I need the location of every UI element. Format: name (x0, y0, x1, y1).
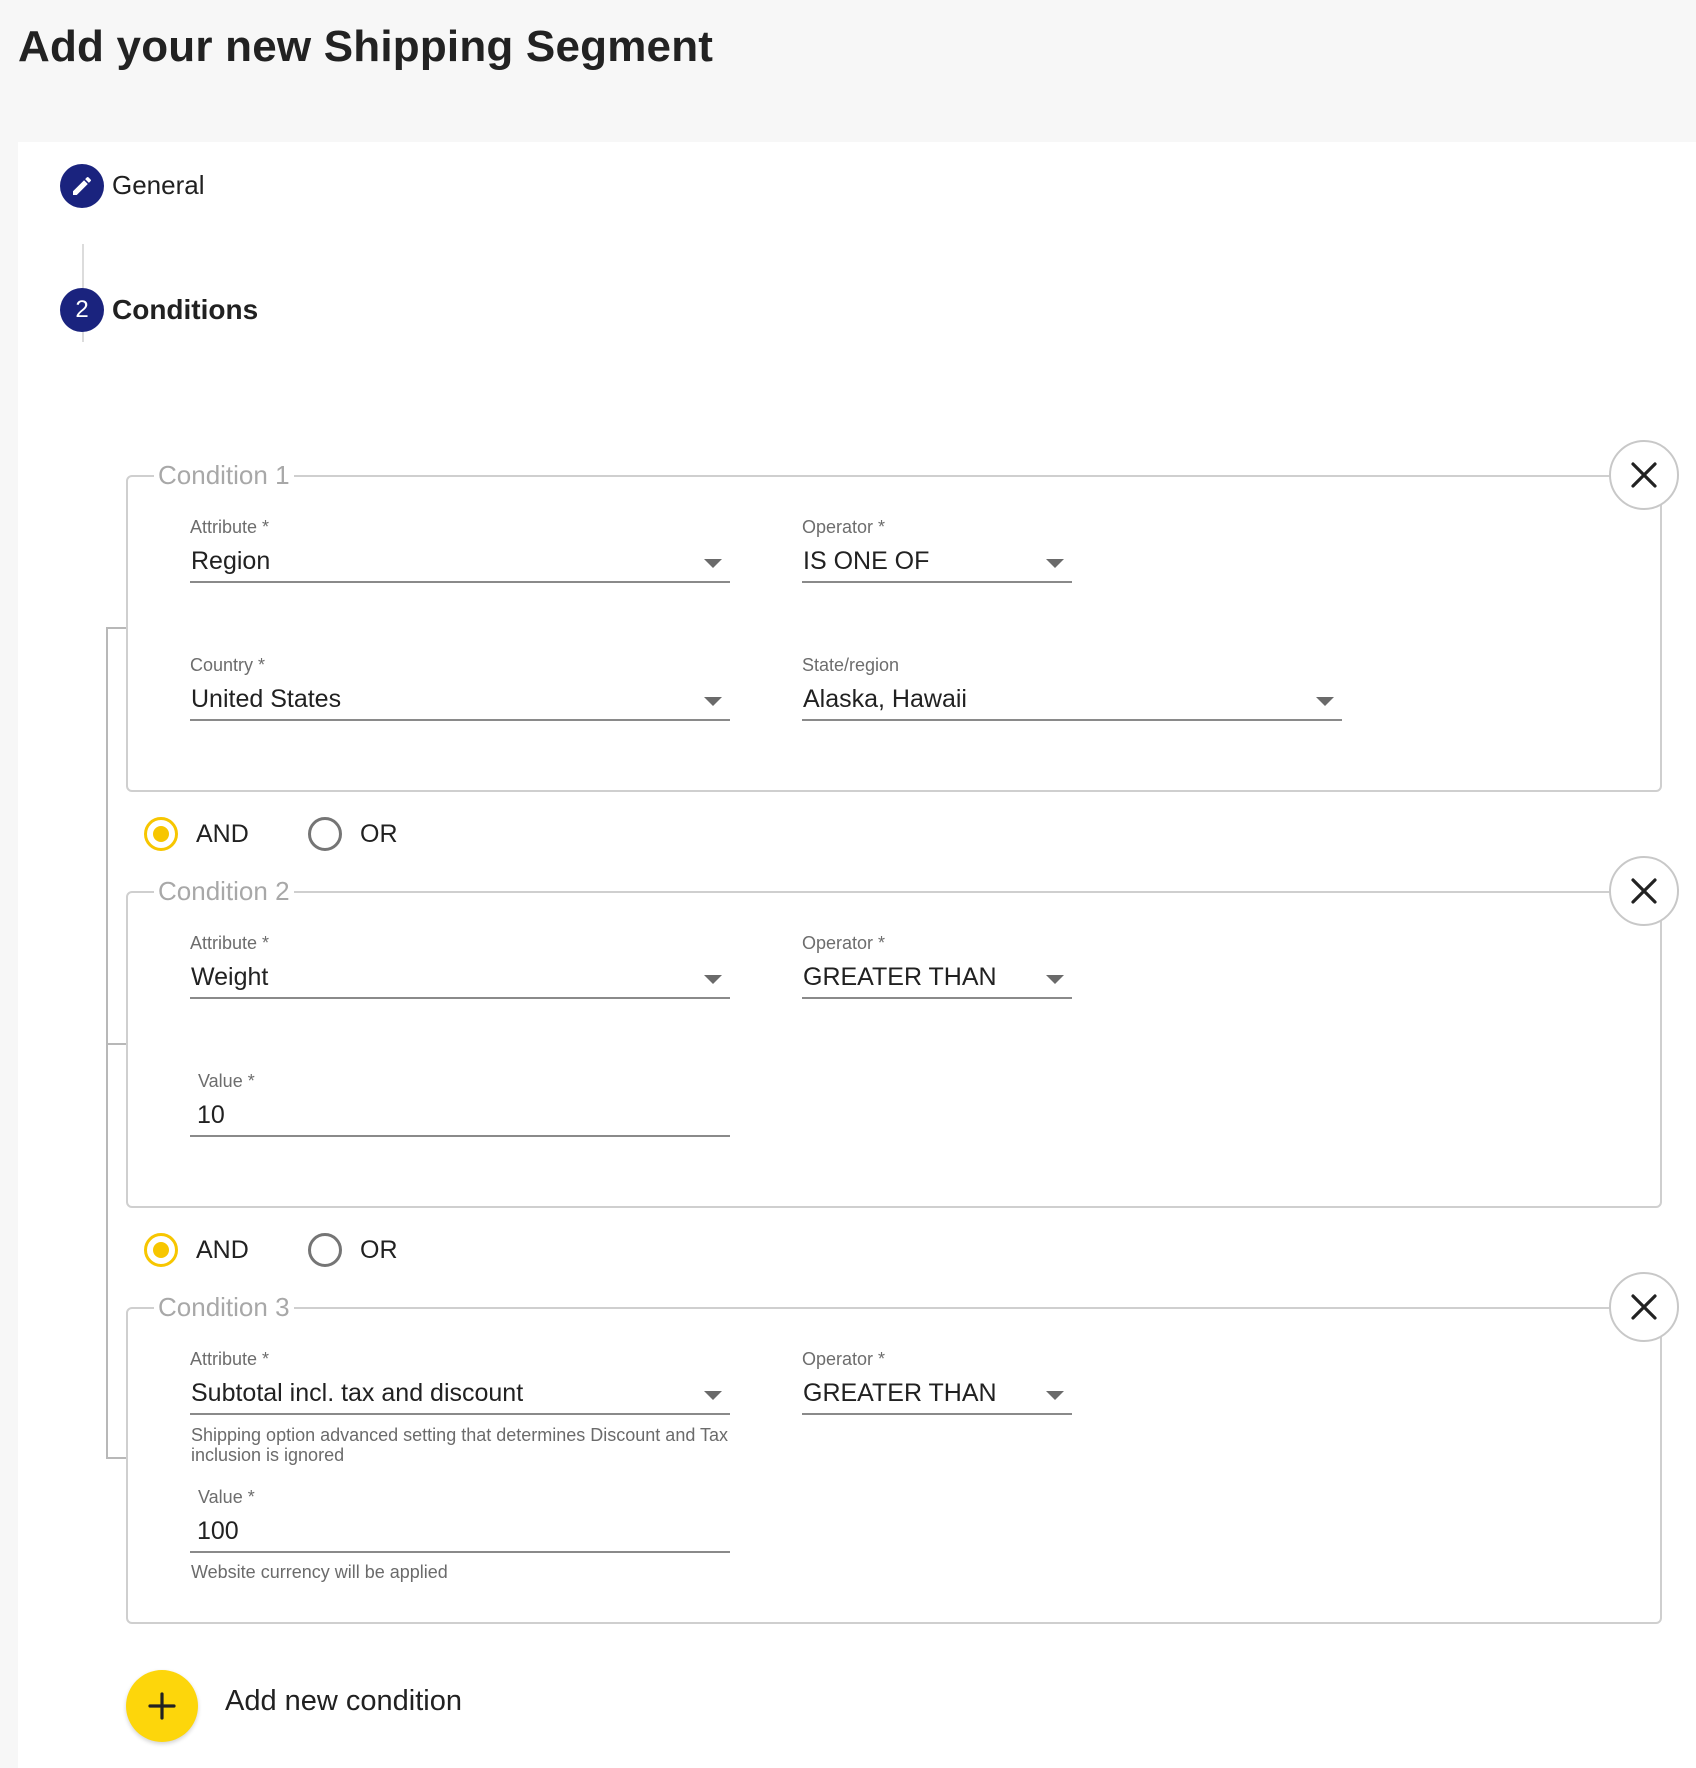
close-icon (1631, 878, 1657, 904)
field-value: IS ONE OF (803, 547, 930, 575)
plus-icon (148, 1692, 176, 1720)
condition-1-state-region-select[interactable]: State/region Alaska, Hawaii (802, 655, 1342, 721)
step-general-label[interactable]: General (112, 170, 205, 201)
field-label: Attribute * (190, 933, 270, 953)
logic-1-or-label[interactable]: OR (360, 820, 398, 849)
dropdown-arrow-icon (1046, 975, 1064, 984)
condition-3-legend: Condition 3 (158, 1292, 290, 1322)
condition-2-attribute-select[interactable]: Attribute * Weight (190, 933, 730, 999)
condition-2-legend: Condition 2 (158, 876, 290, 906)
logic-1-radio-group: AND OR (144, 817, 444, 857)
remove-condition-2-button[interactable] (1609, 856, 1679, 926)
step-general-indicator[interactable] (60, 164, 104, 208)
dropdown-arrow-icon (1316, 697, 1334, 706)
logic-1-and-radio[interactable] (144, 817, 178, 851)
condition-2-value-input[interactable]: Value * 10 (190, 1071, 730, 1137)
logic-2-radio-group: AND OR (144, 1233, 444, 1273)
condition-tree-branch (106, 627, 126, 629)
field-value: 10 (197, 1101, 225, 1129)
condition-3-operator-select[interactable]: Operator * GREATER THAN (802, 1349, 1072, 1415)
add-condition-button[interactable] (126, 1670, 198, 1742)
field-label: Operator * (802, 1349, 886, 1369)
condition-1-group: Condition 1 (126, 460, 1662, 792)
field-value: Region (191, 547, 271, 575)
dropdown-arrow-icon (704, 697, 722, 706)
field-label: Attribute * (190, 517, 270, 537)
condition-1-operator-select[interactable]: Operator * IS ONE OF (802, 517, 1072, 583)
pencil-icon (73, 176, 92, 195)
condition-3-value-input[interactable]: Value * 100 (190, 1487, 730, 1553)
condition-3-value-hint: Website currency will be applied (191, 1562, 448, 1582)
field-label: Operator * (802, 517, 886, 537)
page-title: Add your new Shipping Segment (18, 22, 714, 71)
dropdown-arrow-icon (704, 559, 722, 568)
logic-2-or-radio[interactable] (308, 1233, 342, 1267)
field-label: Operator * (802, 933, 886, 953)
close-icon (1631, 1294, 1657, 1320)
add-condition-label[interactable]: Add new condition (225, 1685, 462, 1718)
step-conditions-label[interactable]: Conditions (112, 294, 258, 326)
condition-tree-branch (106, 1043, 126, 1045)
field-value: Subtotal incl. tax and discount (191, 1379, 524, 1407)
field-label: Attribute * (190, 1349, 270, 1369)
logic-1-and-label[interactable]: AND (196, 820, 249, 849)
condition-2-operator-select[interactable]: Operator * GREATER THAN (802, 933, 1072, 999)
logic-2-and-radio[interactable] (144, 1233, 178, 1267)
close-icon (1631, 462, 1657, 488)
condition-tree-branch (106, 1457, 126, 1459)
dropdown-arrow-icon (704, 975, 722, 984)
condition-3-attribute-select[interactable]: Attribute * Subtotal incl. tax and disco… (190, 1349, 730, 1415)
dropdown-arrow-icon (1046, 559, 1064, 568)
field-label: Value * (198, 1071, 255, 1091)
field-label: Value * (198, 1487, 255, 1507)
condition-1-attribute-select[interactable]: Attribute * Region (190, 517, 730, 583)
field-value: Alaska, Hawaii (803, 685, 967, 713)
condition-1-country-select[interactable]: Country * United States (190, 655, 730, 721)
step-conditions-indicator[interactable]: 2 (60, 288, 104, 332)
field-value: GREATER THAN (803, 1379, 997, 1407)
field-label: State/region (802, 655, 900, 675)
condition-3-attribute-hint: Shipping option advanced setting that de… (191, 1425, 729, 1465)
logic-2-and-label[interactable]: AND (196, 1236, 249, 1265)
remove-condition-3-button[interactable] (1609, 1272, 1679, 1342)
condition-2-group: Condition 2 (126, 876, 1662, 1208)
field-value: Weight (191, 963, 269, 991)
field-value: GREATER THAN (803, 963, 997, 991)
condition-1-legend: Condition 1 (158, 460, 290, 490)
field-value: United States (191, 685, 342, 713)
segment-form-card: General 2 Conditions Condition 1 Attribu… (18, 142, 1696, 1768)
logic-2-or-label[interactable]: OR (360, 1236, 398, 1265)
remove-condition-1-button[interactable] (1609, 440, 1679, 510)
dropdown-arrow-icon (704, 1391, 722, 1400)
dropdown-arrow-icon (1046, 1391, 1064, 1400)
logic-1-or-radio[interactable] (308, 817, 342, 851)
field-value: 100 (197, 1517, 239, 1545)
field-label: Country * (190, 655, 266, 675)
